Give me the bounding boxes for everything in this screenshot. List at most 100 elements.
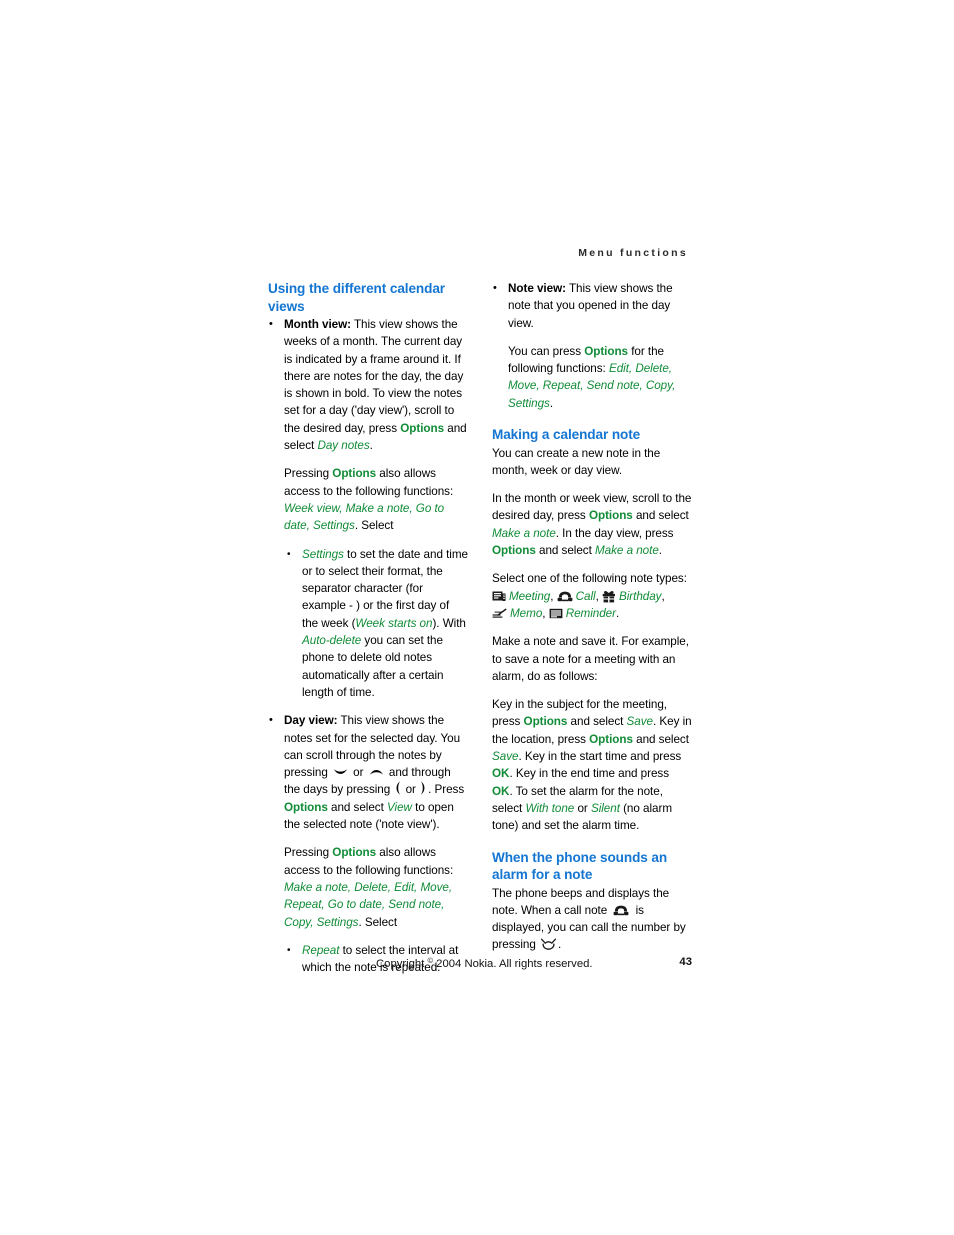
meeting-term: Meeting bbox=[509, 589, 551, 603]
ok-term: OK bbox=[492, 767, 510, 781]
copy-term: Copy bbox=[645, 379, 673, 393]
right-column: Note view: This view shows the note that… bbox=[492, 280, 692, 954]
manual-page: Menu functions Using the different calen… bbox=[0, 0, 954, 1235]
memo-term: Memo bbox=[510, 606, 543, 620]
move-term: Move bbox=[508, 379, 537, 393]
edit-term: Edit bbox=[608, 362, 629, 376]
making-note-paragraph-4: Make a note and save it. For example, to… bbox=[492, 635, 689, 683]
section-heading-alarm-for-note: When the phone sounds an alarm for a not… bbox=[492, 849, 668, 883]
delete-term: Delete bbox=[635, 362, 669, 376]
options-term: Options bbox=[400, 421, 445, 435]
note-types-paragraph: Select one of the following note types: M… bbox=[492, 570, 692, 622]
day-view-or-2: or bbox=[402, 783, 420, 797]
reminder-term: Reminder bbox=[565, 606, 616, 620]
month-view-body-1: This view shows the weeks of a month. Th… bbox=[284, 318, 464, 435]
note-types-intro: Select one of the following note types: bbox=[492, 572, 687, 586]
silent-term: Silent bbox=[590, 801, 620, 815]
running-head: Menu functions bbox=[578, 247, 688, 259]
note-view-options-paragraph: You can press Options for the following … bbox=[508, 344, 676, 410]
pressing-text: Pressing bbox=[284, 467, 333, 481]
settings-body-2: ). With bbox=[432, 616, 466, 630]
scroll-down-key-icon bbox=[333, 767, 348, 778]
settings-term: Settings bbox=[508, 396, 550, 410]
options-term: Options bbox=[523, 715, 568, 729]
making-note-paragraph-1: You can create a new note in the month, … bbox=[492, 446, 661, 477]
settings-term: Settings bbox=[316, 915, 359, 929]
memo-icon bbox=[492, 607, 507, 620]
make-a-note-term: Make a note bbox=[345, 501, 410, 515]
month-view-options-paragraph: Pressing Options also allows access to t… bbox=[284, 467, 454, 533]
right-key-icon bbox=[420, 781, 427, 795]
auto-delete-term: Auto-delete bbox=[302, 634, 362, 648]
note-type-sep: . bbox=[615, 606, 620, 620]
options-term: Options bbox=[332, 467, 377, 481]
options-term: Options bbox=[332, 846, 377, 860]
copyright-pre: Copyright bbox=[376, 958, 428, 970]
options-term: Options bbox=[584, 344, 628, 358]
calendar-views-list: Month view: This view shows the weeks of… bbox=[268, 316, 468, 976]
making-note-steps-paragraph: Key in the subject for the meeting, pres… bbox=[492, 696, 692, 834]
make-a-note-term: Make a note bbox=[595, 544, 659, 558]
week-starts-on-term: Week starts on bbox=[355, 616, 433, 630]
repeat-term: Repeat bbox=[302, 943, 340, 957]
day-view-options-paragraph: Pressing Options also allows access to t… bbox=[284, 846, 454, 929]
day-view-paragraph: Day view: This view shows the notes set … bbox=[284, 712, 468, 833]
month-view-label: Month view: bbox=[284, 318, 351, 331]
repeat-term: Repeat bbox=[284, 898, 322, 912]
copyright-post: 2004 Nokia. All rights reserved. bbox=[433, 958, 593, 970]
left-key-icon bbox=[394, 781, 401, 795]
you-can-press-text: You can press bbox=[508, 344, 585, 358]
list-item-month-view: Month view: This view shows the weeks of… bbox=[268, 316, 468, 701]
day-view-or-1: or bbox=[349, 766, 367, 780]
make-a-note-term: Make a note bbox=[492, 526, 556, 540]
edit-term: Edit bbox=[394, 880, 415, 894]
birthday-icon bbox=[602, 590, 616, 603]
settings-term: Settings bbox=[302, 547, 344, 561]
note-view-list: Note view: This view shows the note that… bbox=[492, 280, 692, 412]
making-note-mid-3: and select bbox=[535, 544, 595, 558]
settings-paragraph: Settings to set the date and time or to … bbox=[302, 546, 468, 702]
options-term: Options bbox=[284, 800, 328, 814]
making-note-mid-2: . In the day view, press bbox=[555, 526, 674, 540]
note-type-sep: , bbox=[661, 589, 665, 603]
make-a-note-term: Make a note bbox=[284, 880, 348, 894]
with-tone-term: With tone bbox=[525, 801, 575, 815]
list-item-settings: Settings to set the date and time or to … bbox=[284, 546, 468, 702]
copyright-notice: Copyright © 2004 Nokia. All rights reser… bbox=[376, 956, 593, 970]
scroll-up-key-icon bbox=[369, 767, 384, 778]
call-icon bbox=[613, 904, 629, 917]
day-view-body-4: and select bbox=[327, 800, 387, 814]
list-item-note-view: Note view: This view shows the note that… bbox=[492, 280, 692, 412]
week-view-term: Week view bbox=[284, 501, 340, 515]
options-term: Options bbox=[588, 509, 633, 523]
repeat-term: Repeat bbox=[542, 379, 581, 393]
go-to-date-term: Go to date bbox=[327, 898, 382, 912]
day-notes-term: Day notes bbox=[317, 439, 370, 453]
copy-term: Copy bbox=[284, 915, 311, 929]
making-note-paragraph-2: In the month or week view, scroll to the… bbox=[492, 490, 692, 559]
day-view-options-tail: . Select bbox=[358, 915, 398, 929]
options-term: Options bbox=[589, 732, 633, 746]
step-text-5: . Key in the start time and press bbox=[518, 750, 682, 764]
save-term: Save bbox=[492, 750, 519, 764]
left-column: Using the different calendar views Month… bbox=[268, 280, 468, 976]
save-term: Save bbox=[626, 715, 654, 729]
reminder-icon bbox=[549, 607, 563, 620]
month-view-options-tail: . Select bbox=[354, 519, 394, 533]
month-view-body-3: . bbox=[369, 439, 373, 453]
birthday-term: Birthday bbox=[618, 589, 662, 603]
call-key-icon bbox=[540, 937, 557, 951]
month-view-sublist: Settings to set the date and time or to … bbox=[284, 546, 468, 702]
delete-term: Delete bbox=[354, 880, 388, 894]
step-text-6: . Key in the end time and press bbox=[509, 767, 670, 781]
send-note-term: Send note bbox=[586, 379, 640, 393]
call-term: Call bbox=[575, 589, 596, 603]
note-view-options-tail: . bbox=[549, 396, 554, 410]
meeting-icon bbox=[492, 590, 506, 603]
note-view-label: Note view: bbox=[508, 282, 566, 295]
send-note-term: Send note bbox=[388, 898, 442, 912]
settings-term: Settings bbox=[312, 519, 355, 533]
list-item-day-view: Day view: This view shows the notes set … bbox=[268, 712, 468, 976]
making-note-mid-1: and select bbox=[632, 509, 689, 523]
day-view-body-3: . Press bbox=[428, 783, 465, 797]
